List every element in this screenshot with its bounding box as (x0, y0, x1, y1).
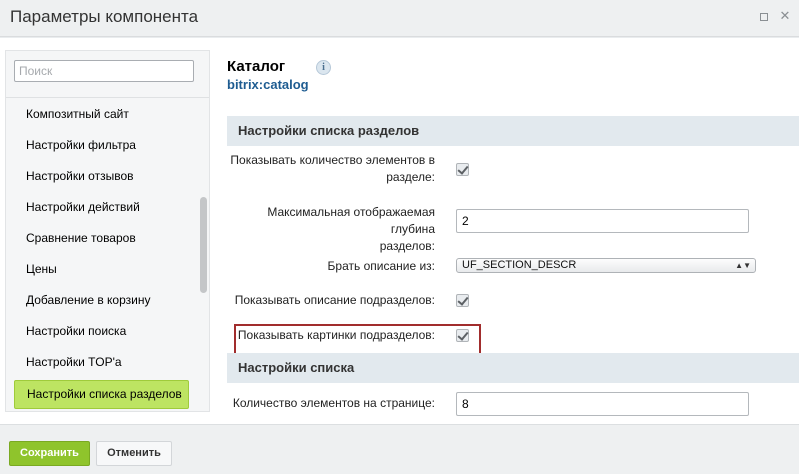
sidebar-item-composite-site[interactable]: Композитный сайт (14, 99, 189, 130)
maximize-icon[interactable] (758, 11, 770, 23)
sidebar-item-action-settings[interactable]: Настройки действий (14, 192, 189, 223)
sidebar-item-product-compare[interactable]: Сравнение товаров (14, 223, 189, 254)
select-arrows-icon: ▲▼ (735, 261, 751, 270)
show-subsection-pictures-checkbox[interactable] (456, 329, 469, 342)
section-header-section-list: Настройки списка разделов (227, 116, 799, 146)
settings-panel: Каталог i bitrix:catalog Настройки списк… (227, 50, 799, 424)
search-input[interactable] (14, 60, 194, 82)
section-header-list-settings: Настройки списка (227, 353, 799, 383)
sidebar-item-search-settings[interactable]: Настройки поиска (14, 316, 189, 347)
show-element-count-checkbox[interactable] (456, 163, 469, 176)
dialog-titlebar: Параметры компонента ✕ (0, 0, 799, 37)
description-source-value: UF_SECTION_DESCR (462, 259, 577, 271)
dialog-content: Композитный сайт Настройки фильтра Настр… (0, 38, 799, 424)
field-label-show-element-count: Показывать количество элементов в раздел… (230, 153, 435, 184)
field-label-description-source: Брать описание из: (327, 259, 435, 273)
sidebar-item-top-settings[interactable]: Настройки TOP'а (14, 347, 189, 378)
show-subsection-description-checkbox[interactable] (456, 294, 469, 307)
sidebar-item-review-settings[interactable]: Настройки отзывов (14, 161, 189, 192)
sidebar-item-add-to-cart[interactable]: Добавление в корзину (14, 285, 189, 316)
dialog-footer: Сохранить Отменить (0, 424, 799, 474)
save-button[interactable]: Сохранить (9, 441, 90, 466)
elements-per-page-input[interactable] (456, 392, 749, 416)
cancel-button[interactable]: Отменить (96, 441, 172, 466)
info-icon[interactable]: i (316, 60, 331, 75)
field-label-elements-per-page: Количество элементов на странице: (232, 396, 435, 410)
sidebar-item-section-list-settings[interactable]: Настройки списка разделов (14, 380, 189, 409)
field-label-show-subsection-pictures: Показывать картинки подразделов: (237, 328, 435, 342)
field-label-max-depth: Максимальная отображаемая глубина раздел… (267, 205, 435, 253)
sidebar-scrollbar[interactable] (200, 197, 207, 293)
max-depth-input[interactable] (456, 209, 749, 233)
sidebar-divider (6, 97, 209, 98)
component-code: bitrix:catalog (227, 77, 309, 92)
component-name: Каталог (227, 58, 286, 75)
sidebar: Композитный сайт Настройки фильтра Настр… (5, 50, 210, 412)
field-label-show-subsection-description: Показывать описание подразделов: (234, 293, 435, 307)
description-source-select[interactable]: UF_SECTION_DESCR ▲▼ (456, 258, 756, 273)
dialog-title: Параметры компонента (10, 7, 199, 26)
sidebar-item-prices[interactable]: Цены (14, 254, 189, 285)
sidebar-item-filter-settings[interactable]: Настройки фильтра (14, 130, 189, 161)
sidebar-nav: Композитный сайт Настройки фильтра Настр… (14, 99, 189, 409)
close-icon[interactable]: ✕ (779, 10, 791, 23)
